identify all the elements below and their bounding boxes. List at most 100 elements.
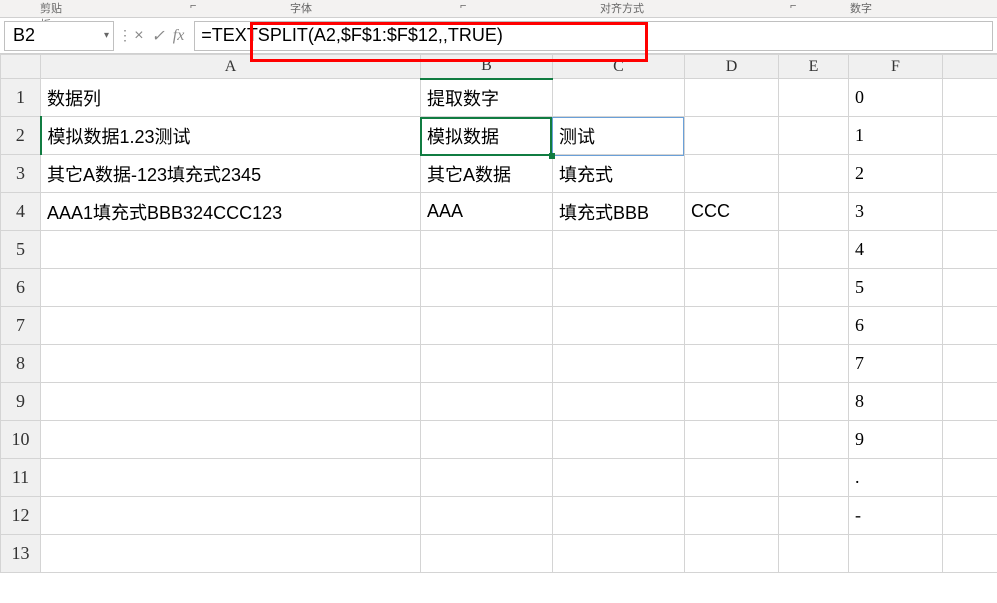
cell-G1[interactable] [943,79,997,117]
cell-E2[interactable] [779,117,849,155]
spreadsheet-grid[interactable]: A B C D E F 1 数据列 提取数字 0 2 模拟 [0,54,997,573]
cell-G13[interactable] [943,535,997,573]
cell-F4[interactable]: 3 [849,193,943,231]
cell-F11[interactable]: . [849,459,943,497]
row-header-9[interactable]: 9 [1,383,41,421]
cell-B8[interactable] [421,345,553,383]
fx-icon[interactable]: fx [173,27,185,45]
cell-A3[interactable]: 其它A数据-123填充式2345 [41,155,421,193]
cell-E6[interactable] [779,269,849,307]
cell-A10[interactable] [41,421,421,459]
cell-F7[interactable]: 6 [849,307,943,345]
cell-E8[interactable] [779,345,849,383]
chevron-down-icon[interactable]: ▾ [104,30,109,41]
cell-A9[interactable] [41,383,421,421]
cell-D9[interactable] [685,383,779,421]
cell-A6[interactable] [41,269,421,307]
cell-C4[interactable]: 填充式BBB [553,193,685,231]
cell-C2[interactable]: 测试 [553,117,685,155]
cell-A2[interactable]: 模拟数据1.23测试 [41,117,421,155]
row-header-6[interactable]: 6 [1,269,41,307]
cell-B5[interactable] [421,231,553,269]
cell-F12[interactable]: - [849,497,943,535]
cell-A11[interactable] [41,459,421,497]
confirm-icon[interactable]: ✓ [151,26,164,46]
row-header-3[interactable]: 3 [1,155,41,193]
name-box[interactable]: B2 ▾ [4,21,114,51]
cell-F13[interactable] [849,535,943,573]
cell-F8[interactable]: 7 [849,345,943,383]
col-header-E[interactable]: E [779,55,849,79]
cell-C10[interactable] [553,421,685,459]
cell-C12[interactable] [553,497,685,535]
fill-handle[interactable] [549,153,555,159]
cell-D8[interactable] [685,345,779,383]
cell-C13[interactable] [553,535,685,573]
col-header-G[interactable] [943,55,997,79]
cell-E1[interactable] [779,79,849,117]
cell-A5[interactable] [41,231,421,269]
cell-F1[interactable]: 0 [849,79,943,117]
row-header-1[interactable]: 1 [1,79,41,117]
cell-E3[interactable] [779,155,849,193]
col-header-D[interactable]: D [685,55,779,79]
cell-F9[interactable]: 8 [849,383,943,421]
cell-C11[interactable] [553,459,685,497]
cell-B9[interactable] [421,383,553,421]
cell-C3[interactable]: 填充式 [553,155,685,193]
cell-G6[interactable] [943,269,997,307]
formula-input[interactable]: =TEXTSPLIT(A2,$F$1:$F$12,,TRUE) [194,21,993,51]
cell-E10[interactable] [779,421,849,459]
col-header-A[interactable]: A [41,55,421,79]
cell-G11[interactable] [943,459,997,497]
cell-F2[interactable]: 1 [849,117,943,155]
cell-A8[interactable] [41,345,421,383]
row-header-5[interactable]: 5 [1,231,41,269]
cell-B4[interactable]: AAA [421,193,553,231]
cell-D5[interactable] [685,231,779,269]
cell-C7[interactable] [553,307,685,345]
row-header-10[interactable]: 10 [1,421,41,459]
cancel-icon[interactable]: × [134,27,143,45]
cell-G10[interactable] [943,421,997,459]
cell-A4[interactable]: AAA1填充式BBB324CCC123 [41,193,421,231]
cell-C5[interactable] [553,231,685,269]
cell-G9[interactable] [943,383,997,421]
cell-A12[interactable] [41,497,421,535]
row-header-12[interactable]: 12 [1,497,41,535]
cell-D11[interactable] [685,459,779,497]
cell-D4[interactable]: CCC [685,193,779,231]
cell-C1[interactable] [553,79,685,117]
cell-A7[interactable] [41,307,421,345]
cell-B1[interactable]: 提取数字 [421,79,553,117]
cell-F6[interactable]: 5 [849,269,943,307]
row-header-8[interactable]: 8 [1,345,41,383]
cell-B3[interactable]: 其它A数据 [421,155,553,193]
cell-G12[interactable] [943,497,997,535]
col-header-C[interactable]: C [553,55,685,79]
cell-A13[interactable] [41,535,421,573]
cell-D3[interactable] [685,155,779,193]
col-header-B[interactable]: B [421,55,553,79]
cell-B12[interactable] [421,497,553,535]
cell-G8[interactable] [943,345,997,383]
cell-D2[interactable] [685,117,779,155]
cell-D1[interactable] [685,79,779,117]
cell-G5[interactable] [943,231,997,269]
cell-E13[interactable] [779,535,849,573]
cell-G4[interactable] [943,193,997,231]
cell-F3[interactable]: 2 [849,155,943,193]
cell-D7[interactable] [685,307,779,345]
row-header-11[interactable]: 11 [1,459,41,497]
cell-C9[interactable] [553,383,685,421]
cell-B13[interactable] [421,535,553,573]
cell-B6[interactable] [421,269,553,307]
cell-B7[interactable] [421,307,553,345]
cell-G2[interactable] [943,117,997,155]
row-header-7[interactable]: 7 [1,307,41,345]
cell-D13[interactable] [685,535,779,573]
cell-E5[interactable] [779,231,849,269]
cell-E12[interactable] [779,497,849,535]
col-header-F[interactable]: F [849,55,943,79]
cell-F10[interactable]: 9 [849,421,943,459]
